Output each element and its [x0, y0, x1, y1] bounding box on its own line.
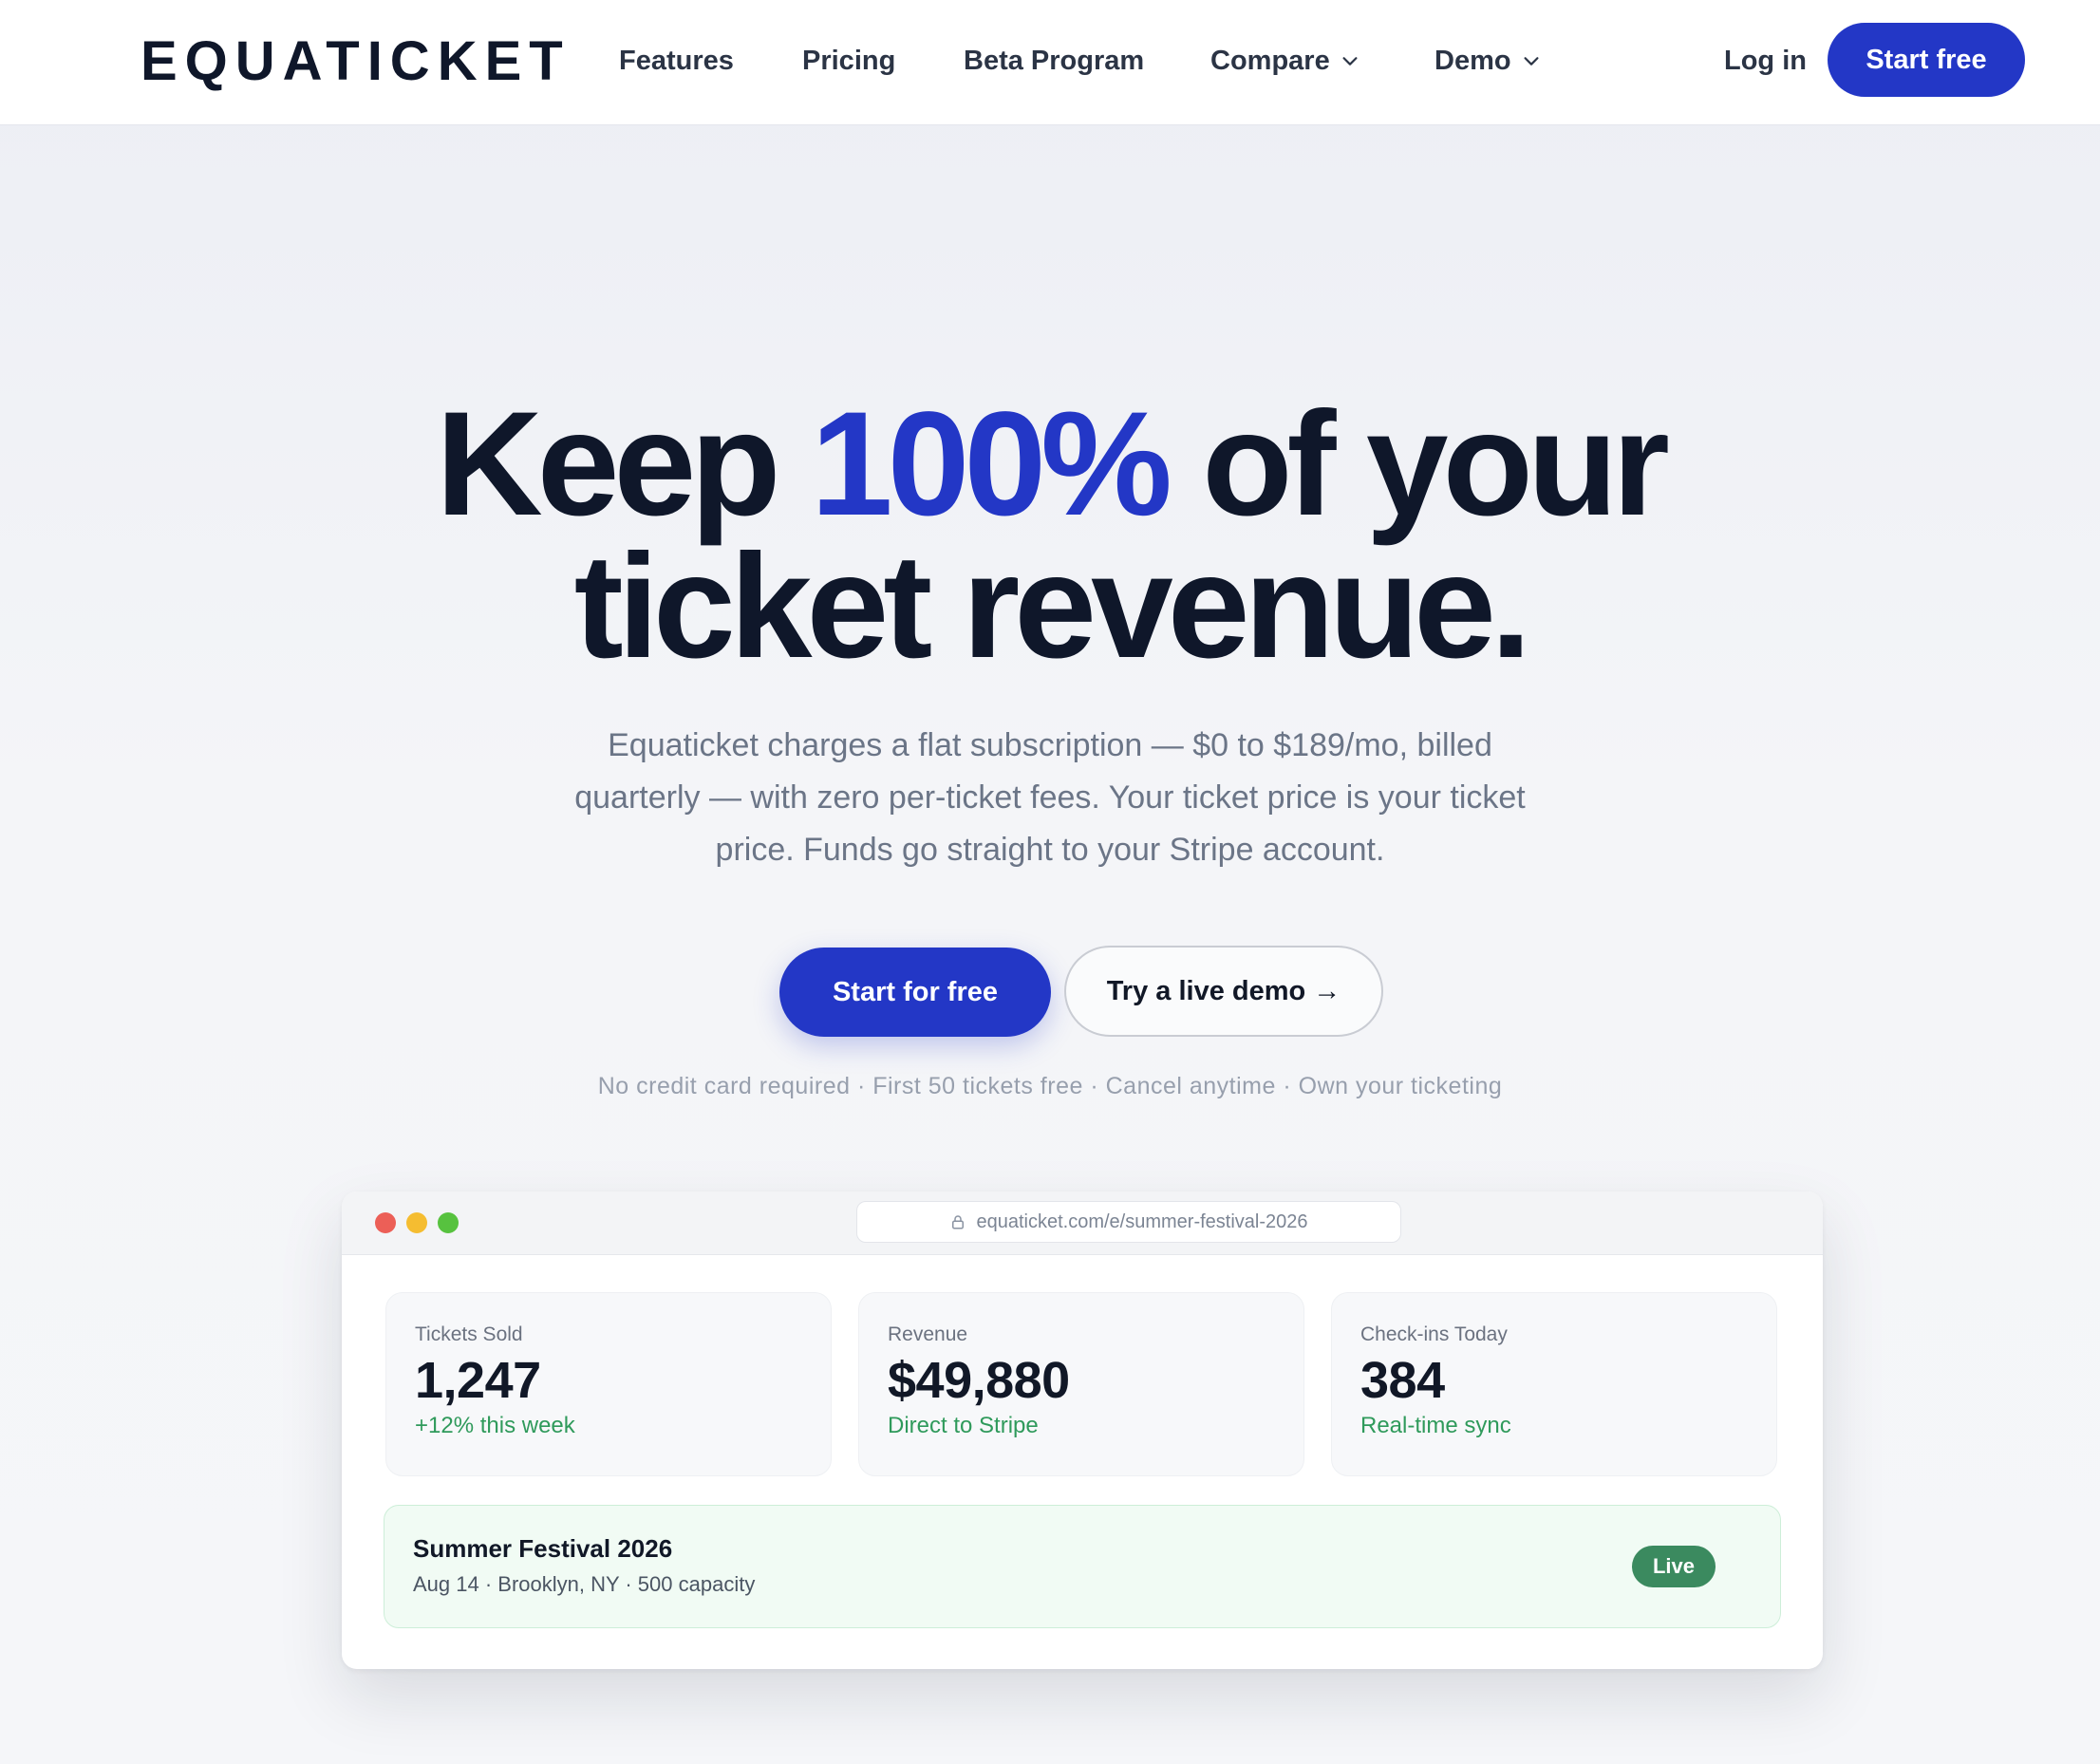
login-link[interactable]: Log in: [1724, 38, 1807, 84]
chevron-down-icon: [1342, 57, 1358, 66]
stat-value: 1,247: [415, 1352, 541, 1409]
hero-headline: Keep 100% of your ticket revenue.: [0, 390, 2100, 681]
stat-note: +12% this week: [415, 1413, 575, 1438]
stat-label: Revenue: [888, 1323, 968, 1345]
stat-label: Check-ins Today: [1360, 1323, 1508, 1345]
start-for-free-button[interactable]: Start for free: [779, 948, 1051, 1037]
window-close-dot: [375, 1212, 396, 1233]
stat-card-revenue: Revenue $49,880 Direct to Stripe: [858, 1292, 1304, 1476]
nav-link-label: Pricing: [802, 46, 896, 76]
headline-accent: 100%: [810, 382, 1172, 547]
nav-link-label: Demo: [1434, 46, 1511, 76]
window-maximize-dot: [438, 1212, 459, 1233]
window-minimize-dot: [406, 1212, 427, 1233]
brand-logo[interactable]: EQUATICKET: [141, 28, 571, 95]
stat-note: Direct to Stripe: [888, 1413, 1039, 1438]
stat-label: Tickets Sold: [415, 1323, 523, 1345]
headline-text: Keep: [436, 382, 811, 547]
nav-dropdown-compare[interactable]: Compare: [1210, 38, 1360, 84]
address-bar[interactable]: equaticket.com/e/summer-festival-2026: [856, 1201, 1401, 1243]
nav-link-label: Features: [619, 46, 734, 76]
nav-link-beta-program[interactable]: Beta Program: [964, 38, 1144, 84]
chevron-down-icon: [1524, 57, 1539, 66]
top-nav: EQUATICKET Features Pricing Beta Program…: [0, 0, 2100, 124]
stat-note: Real-time sync: [1360, 1413, 1511, 1438]
nav-link-features[interactable]: Features: [619, 38, 734, 84]
stat-card-check-ins: Check-ins Today 384 Real-time sync: [1331, 1292, 1777, 1476]
stat-value: $49,880: [888, 1352, 1070, 1409]
hero-subtitle: Equaticket charges a flat subscription —…: [574, 727, 1526, 868]
headline-text: of your: [1166, 382, 1670, 547]
nav-link-label: Compare: [1210, 46, 1330, 76]
lock-icon: [952, 1215, 965, 1229]
dashboard-preview: equaticket.com/e/summer-festival-2026 Ti…: [342, 1192, 1823, 1669]
start-free-button[interactable]: Start free: [1828, 23, 2025, 97]
nav-link-pricing[interactable]: Pricing: [802, 38, 895, 84]
stat-card-tickets-sold: Tickets Sold 1,247 +12% this week: [385, 1292, 832, 1476]
browser-chrome: equaticket.com/e/summer-festival-2026: [342, 1192, 1823, 1255]
live-demo-button[interactable]: Try a live demo →: [1064, 946, 1383, 1037]
stat-value: 384: [1360, 1352, 1445, 1409]
url-text: equaticket.com/e/summer-festival-2026: [976, 1210, 1308, 1232]
hero-fineprint: No credit card required · First 50 ticke…: [597, 1073, 1503, 1099]
event-meta: Aug 14 · Brooklyn, NY · 500 capacity: [413, 1572, 756, 1596]
nav-dropdown-demo[interactable]: Demo: [1434, 38, 1542, 84]
event-row[interactable]: Summer Festival 2026 Aug 14 · Brooklyn, …: [384, 1505, 1781, 1628]
live-status-badge: Live: [1632, 1546, 1716, 1587]
event-name: Summer Festival 2026: [413, 1534, 673, 1563]
headline-text-line2: ticket revenue.: [573, 524, 1532, 689]
nav-link-label: Beta Program: [964, 46, 1145, 76]
